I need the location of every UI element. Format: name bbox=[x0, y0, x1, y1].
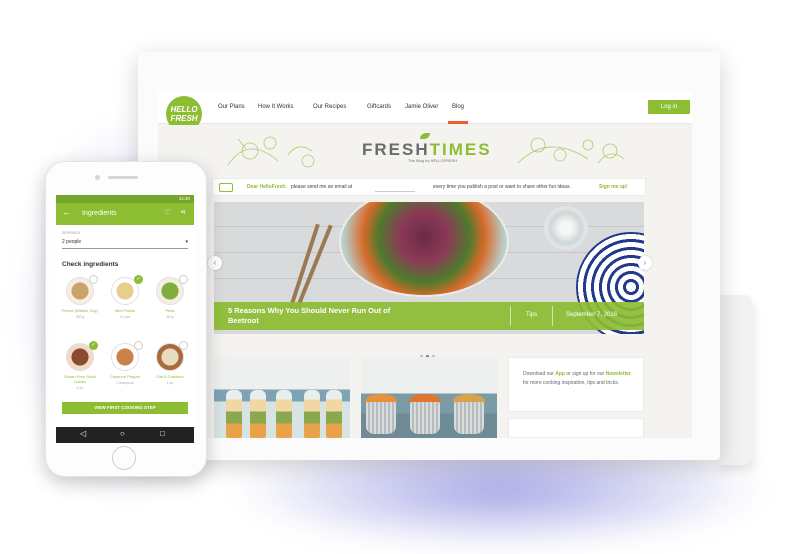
nav-recent-icon[interactable]: □ bbox=[160, 429, 165, 438]
ingredient-name: Gluten Free Stock Cubes bbox=[63, 374, 97, 384]
nav-home-icon[interactable]: ○ bbox=[120, 429, 125, 438]
bottle-image bbox=[326, 390, 342, 438]
ingredient-item[interactable]: ✓ Gluten Free Stock Cubes 1 pc bbox=[60, 341, 100, 399]
ingredient-name: Mini Potato bbox=[114, 308, 135, 313]
article-card-veggie-fries[interactable] bbox=[361, 357, 497, 438]
servings-select[interactable]: 2 people ▾ bbox=[62, 239, 188, 249]
ingredient-item[interactable]: Cayenne Pepper 1 teaspoon bbox=[105, 341, 145, 399]
promo-text: Download our App or sign up for our News… bbox=[523, 370, 633, 388]
promo-text-b: or sign up for our bbox=[566, 371, 605, 377]
status-bar: 12:30 bbox=[56, 195, 194, 203]
app-link[interactable]: App bbox=[555, 371, 565, 377]
ingredient-item[interactable]: Peas 80 g bbox=[150, 275, 190, 333]
ingredient-checkbox[interactable]: ✓ bbox=[134, 275, 143, 284]
chevron-down-icon: ▾ bbox=[185, 239, 188, 245]
status-time: 12:30 bbox=[178, 196, 190, 201]
promo-text-c: for more cooking inspiration, tips and t… bbox=[523, 380, 620, 386]
back-arrow-icon[interactable]: ← bbox=[62, 207, 71, 217]
ingredient-item[interactable]: Oat & Crackers 1 pc bbox=[150, 341, 190, 399]
bottle-image bbox=[276, 390, 292, 438]
ingredient-qty: 12 pcs bbox=[119, 315, 131, 319]
ingredient-name: Oat & Crackers bbox=[156, 374, 184, 379]
ingredient-checkbox[interactable] bbox=[89, 275, 98, 284]
servings-value: 2 people bbox=[62, 239, 82, 245]
promo-text-a: Download our bbox=[523, 371, 554, 377]
veggie-cup bbox=[410, 402, 440, 434]
ingredient-qty: 1 pc bbox=[76, 386, 84, 390]
bottle-image bbox=[304, 390, 320, 438]
screen-cards: Download our App or sign up for our News… bbox=[158, 92, 692, 438]
sidebar-card bbox=[508, 418, 644, 438]
app-bar-title: Ingredients bbox=[82, 210, 117, 217]
bottle-image bbox=[226, 390, 242, 438]
heart-icon[interactable]: ♡ bbox=[164, 208, 171, 217]
ingredient-checkbox[interactable]: ✓ bbox=[89, 341, 98, 350]
app-bar: ← Ingredients ♡ ⋖ bbox=[56, 203, 194, 225]
tablet-side bbox=[716, 295, 752, 465]
nav-back-icon[interactable]: ◁ bbox=[80, 429, 86, 438]
share-icon[interactable]: ⋖ bbox=[180, 208, 186, 216]
veggie-cup bbox=[366, 402, 396, 434]
ingredient-qty: 80 g bbox=[166, 315, 174, 319]
phone-speaker bbox=[108, 176, 138, 179]
phone-home-button[interactable] bbox=[112, 446, 136, 470]
ingredient-name: Penne (Wheat, Soy) bbox=[61, 308, 99, 313]
newsletter-link[interactable]: Newsletter bbox=[606, 371, 631, 377]
newsletter-promo: Download our App or sign up for our News… bbox=[508, 357, 644, 412]
ingredient-checkbox[interactable] bbox=[179, 341, 188, 350]
ingredient-item[interactable]: Penne (Wheat, Soy) 250 g bbox=[60, 275, 100, 333]
view-first-step-button[interactable]: VIEW FIRST COOKING STEP bbox=[62, 402, 188, 414]
stage: HELLO FRESH Our Plans How It Works Our R… bbox=[0, 0, 800, 554]
veggie-cup bbox=[454, 402, 484, 434]
check-ingredients-title: Check ingredients bbox=[62, 261, 119, 268]
ingredient-checkbox[interactable] bbox=[134, 341, 143, 350]
ingredient-name: Cayenne Pepper bbox=[109, 374, 141, 379]
android-nav-bar: ◁ ○ □ bbox=[56, 427, 194, 443]
phone-screen: 12:30 ← Ingredients ♡ ⋖ SERVINGS 2 peopl… bbox=[56, 195, 194, 443]
ingredient-item[interactable]: ✓ Mini Potato 12 pcs bbox=[105, 275, 145, 333]
bottle-image bbox=[250, 390, 266, 438]
servings-label: SERVINGS bbox=[62, 231, 81, 235]
article-card-drinks[interactable] bbox=[214, 357, 350, 438]
ingredient-checkbox[interactable] bbox=[179, 275, 188, 284]
ingredient-name: Peas bbox=[165, 308, 175, 313]
ingredient-qty: 1 teaspoon bbox=[116, 381, 134, 385]
ingredient-qty: 1 pc bbox=[166, 381, 174, 385]
phone-camera bbox=[95, 175, 100, 180]
ingredient-qty: 250 g bbox=[75, 315, 85, 319]
